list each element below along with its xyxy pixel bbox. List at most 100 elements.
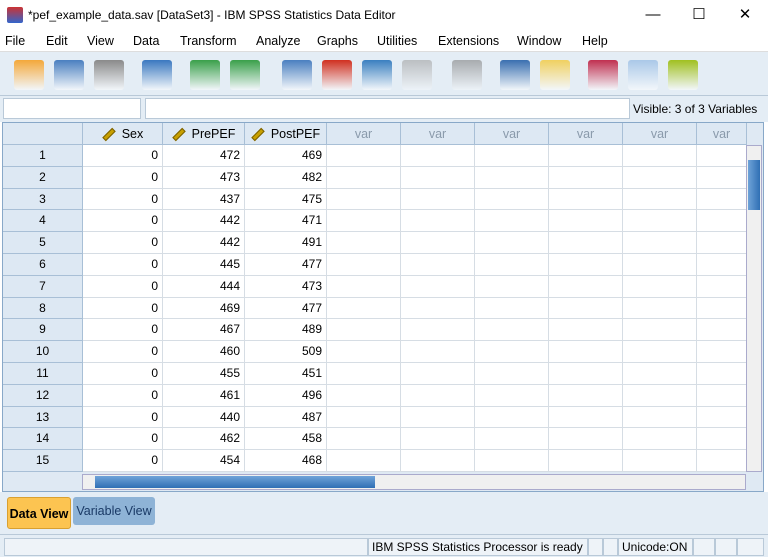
data-cell[interactable]: 468 [245,450,327,472]
data-cell[interactable] [327,341,401,363]
menu-window[interactable]: Window [517,34,561,48]
data-cell[interactable]: 0 [83,384,163,407]
data-cell[interactable] [697,319,747,342]
data-cell[interactable] [623,428,697,451]
data-cell[interactable]: 451 [245,363,327,385]
data-cell[interactable] [327,210,401,233]
data-cell[interactable] [697,406,747,429]
data-cell[interactable] [475,275,549,298]
spell-check-icon[interactable] [668,60,698,90]
data-cell[interactable]: 491 [245,232,327,254]
data-cell[interactable] [475,145,549,167]
data-cell[interactable] [623,363,697,385]
cell-value-field[interactable] [145,98,630,119]
data-cell[interactable] [401,254,475,276]
row-header[interactable]: 7 [3,275,83,298]
data-cell[interactable] [697,297,747,320]
data-cell[interactable]: 442 [163,232,245,254]
data-cell[interactable] [549,341,623,363]
horizontal-scroll-thumb[interactable] [95,476,375,488]
insert-cases-icon[interactable] [500,60,530,90]
data-cell[interactable] [475,428,549,451]
data-cell[interactable]: 0 [83,145,163,167]
data-cell[interactable] [697,384,747,407]
data-cell[interactable]: 0 [83,254,163,276]
data-cell[interactable] [697,145,747,167]
data-cell[interactable] [623,188,697,211]
data-cell[interactable]: 477 [245,254,327,276]
data-cell[interactable] [401,232,475,254]
data-cell[interactable]: 0 [83,166,163,189]
minimize-button[interactable]: — [630,0,676,30]
data-cell[interactable] [475,254,549,276]
menu-view[interactable]: View [87,34,114,48]
data-cell[interactable]: 509 [245,341,327,363]
data-cell[interactable] [327,254,401,276]
data-cell[interactable] [475,297,549,320]
data-cell[interactable]: 0 [83,406,163,429]
data-cell[interactable] [549,188,623,211]
data-cell[interactable]: 0 [83,450,163,472]
data-cell[interactable] [401,275,475,298]
maximize-button[interactable]: ☐ [676,0,722,30]
data-cell[interactable]: 460 [163,341,245,363]
data-cell[interactable]: 458 [245,428,327,451]
data-cell[interactable] [549,166,623,189]
menu-utilities[interactable]: Utilities [377,34,417,48]
row-header[interactable]: 11 [3,363,83,385]
row-header[interactable]: 10 [3,341,83,363]
data-cell[interactable] [623,406,697,429]
use-variable-sets-icon[interactable] [628,60,658,90]
data-cell[interactable] [401,297,475,320]
save-icon[interactable] [54,60,84,90]
data-cell[interactable] [549,232,623,254]
row-header[interactable]: 9 [3,319,83,342]
data-cell[interactable] [475,210,549,233]
data-cell[interactable] [327,428,401,451]
data-cell[interactable]: 471 [245,210,327,233]
insert-variable-icon[interactable] [540,60,570,90]
data-cell[interactable]: 489 [245,319,327,342]
data-cell[interactable] [475,384,549,407]
data-cell[interactable] [475,166,549,189]
tab-variable-view[interactable]: Variable View [73,497,155,525]
column-header-var[interactable]: var [401,123,475,145]
menu-edit[interactable]: Edit [46,34,68,48]
data-cell[interactable] [327,319,401,342]
recall-dialog-icon[interactable] [142,60,172,90]
data-cell[interactable] [623,384,697,407]
data-cell[interactable] [697,232,747,254]
data-cell[interactable]: 0 [83,428,163,451]
data-cell[interactable]: 455 [163,363,245,385]
data-cell[interactable] [549,450,623,472]
run-descriptives-icon[interactable] [402,60,432,90]
column-header-var[interactable]: var [697,123,747,145]
data-cell[interactable] [327,450,401,472]
column-header-var[interactable]: var [549,123,623,145]
data-cell[interactable]: 0 [83,341,163,363]
data-cell[interactable]: 0 [83,275,163,298]
data-cell[interactable] [549,319,623,342]
data-cell[interactable] [327,275,401,298]
row-header[interactable]: 3 [3,188,83,211]
row-header[interactable]: 4 [3,210,83,233]
column-header-postpef[interactable]: PostPEF [245,123,327,145]
data-cell[interactable] [697,363,747,385]
data-cell[interactable] [327,166,401,189]
data-cell[interactable] [401,384,475,407]
menu-graphs[interactable]: Graphs [317,34,358,48]
data-cell[interactable] [549,145,623,167]
data-cell[interactable] [401,188,475,211]
data-cell[interactable] [623,166,697,189]
grid-corner[interactable] [3,123,83,145]
data-cell[interactable] [697,254,747,276]
row-header[interactable]: 6 [3,254,83,276]
data-cell[interactable] [697,188,747,211]
data-cell[interactable] [623,232,697,254]
menu-file[interactable]: File [5,34,25,48]
data-cell[interactable] [401,210,475,233]
data-cell[interactable]: 440 [163,406,245,429]
data-cell[interactable] [475,406,549,429]
row-header[interactable]: 5 [3,232,83,254]
vertical-scrollbar[interactable] [746,145,762,472]
